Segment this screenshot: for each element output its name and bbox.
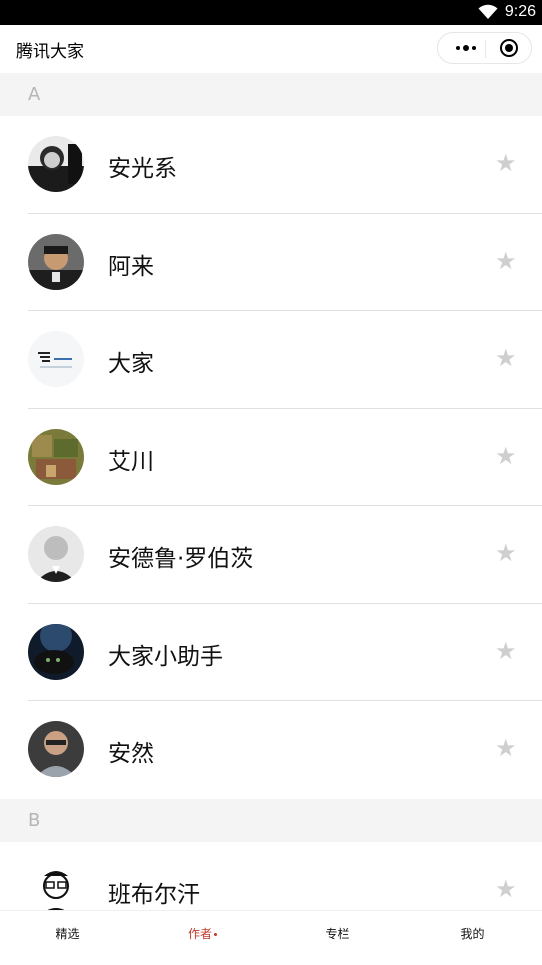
avatar xyxy=(28,623,84,680)
status-bar: 9:26 xyxy=(0,0,542,25)
star-icon[interactable]: ★ xyxy=(495,877,517,901)
more-menu-button[interactable] xyxy=(446,33,486,63)
capsule-divider xyxy=(485,40,486,58)
active-dot-icon xyxy=(214,933,217,936)
author-name: 大家 xyxy=(108,351,154,377)
close-miniprogram-button[interactable] xyxy=(500,39,518,57)
author-row[interactable]: 安然 ★ xyxy=(0,701,542,799)
author-row[interactable]: 大家 ★ xyxy=(0,311,542,409)
author-name: 安光系 xyxy=(108,156,177,182)
star-icon[interactable]: ★ xyxy=(495,249,517,273)
author-name: 班布尔汗 xyxy=(108,881,200,908)
section-header-a: A xyxy=(0,73,542,116)
tab-label: 我的 xyxy=(460,927,485,941)
tab-label: 专栏 xyxy=(325,927,350,941)
tab-label: 作者 xyxy=(187,927,212,941)
avatar xyxy=(28,331,84,387)
author-name: 安德鲁·罗伯茨 xyxy=(108,546,254,572)
star-icon[interactable]: ★ xyxy=(495,541,517,565)
status-time: 9:26 xyxy=(504,3,536,20)
avatar xyxy=(28,233,84,290)
avatar xyxy=(28,721,84,777)
nav-bar: 腾讯大家 xyxy=(0,25,542,73)
avatar xyxy=(28,526,84,582)
star-icon[interactable]: ★ xyxy=(495,151,517,175)
author-row[interactable]: 艾川 ★ xyxy=(0,408,542,506)
author-name: 阿来 xyxy=(108,253,154,280)
author-row[interactable]: 安德鲁·罗伯茨 ★ xyxy=(0,506,542,604)
bottom-tab-bar: 精选 作者 专栏 我的 xyxy=(0,910,542,964)
avatar xyxy=(28,428,84,485)
miniprogram-capsule xyxy=(437,32,532,64)
tab-featured[interactable]: 精选 xyxy=(0,911,135,965)
tab-columns[interactable]: 专栏 xyxy=(270,911,405,965)
author-row[interactable]: 阿来 ★ xyxy=(0,213,542,311)
wifi-icon xyxy=(478,4,498,19)
author-name: 大家小助手 xyxy=(108,643,223,670)
star-icon[interactable]: ★ xyxy=(495,346,517,370)
section-header-b: B xyxy=(0,798,542,842)
author-name: 艾川 xyxy=(108,448,154,475)
tab-authors[interactable]: 作者 xyxy=(135,911,270,965)
more-dot-icon xyxy=(472,46,476,50)
page-title: 腾讯大家 xyxy=(16,42,84,62)
star-icon[interactable]: ★ xyxy=(495,639,517,663)
star-icon[interactable]: ★ xyxy=(495,444,517,468)
tab-mine[interactable]: 我的 xyxy=(405,911,540,965)
author-name: 安然 xyxy=(108,741,154,767)
tab-label: 精选 xyxy=(55,927,80,941)
more-dot-icon xyxy=(463,45,469,51)
author-row[interactable]: 大家小助手 ★ xyxy=(0,603,542,701)
star-icon[interactable]: ★ xyxy=(495,736,517,760)
avatar xyxy=(28,136,84,192)
author-list: A 安光系 ★ 阿来 ★ 大家 ★ 艾川 ★ 安德鲁·罗伯茨 ★ 大家小助手 ★… xyxy=(0,73,542,939)
author-row[interactable]: 安光系 ★ xyxy=(0,116,542,214)
more-dot-icon xyxy=(456,46,460,50)
